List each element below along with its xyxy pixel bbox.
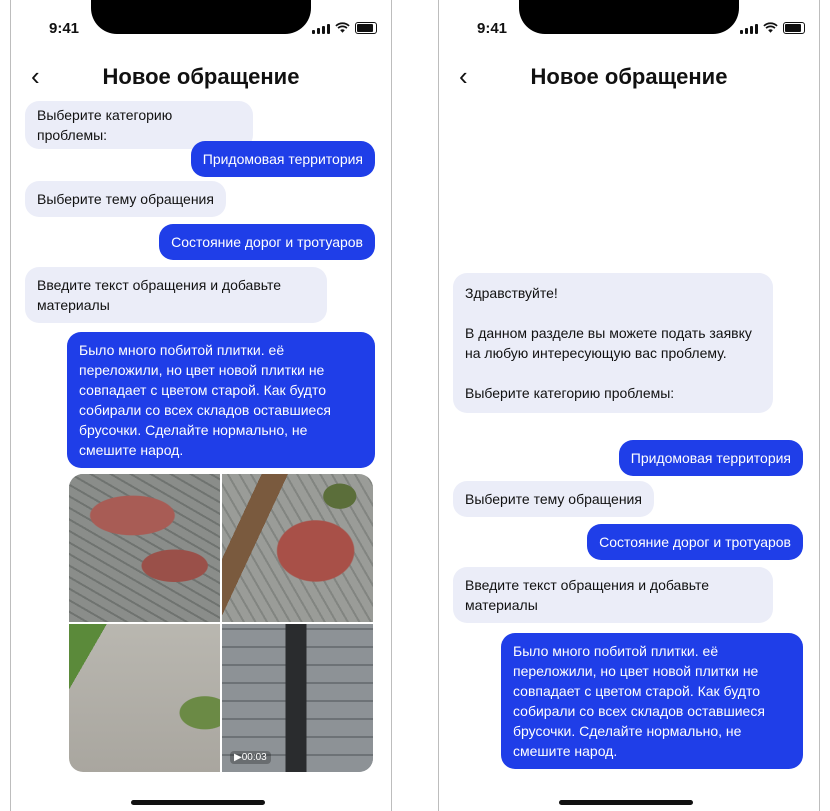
page-title: Новое обращение bbox=[102, 64, 300, 89]
notch bbox=[91, 0, 311, 34]
user-message-text: Было много побитой плитки. её переложили… bbox=[501, 633, 803, 769]
battery-icon bbox=[783, 22, 805, 34]
bot-greeting-message: Здравствуйте! В данном разделе вы можете… bbox=[453, 273, 773, 413]
status-icons bbox=[312, 22, 377, 34]
bot-message: Выберите тему обращения bbox=[25, 181, 226, 217]
bot-message: Выберите тему обращения bbox=[453, 481, 654, 517]
user-reply-bubble: Состояние дорог и тротуаров bbox=[159, 224, 375, 260]
status-icons bbox=[740, 22, 805, 34]
wifi-icon bbox=[335, 22, 350, 33]
bot-message: Введите текст обращения и добавьте матер… bbox=[453, 567, 773, 623]
header: ‹ Новое обращение bbox=[439, 58, 819, 98]
photo-thumbnail[interactable] bbox=[69, 624, 220, 772]
user-reply-bubble: Придомовая территория bbox=[618, 440, 803, 476]
photo-thumbnail[interactable] bbox=[69, 474, 220, 622]
battery-icon bbox=[355, 22, 377, 34]
phone-screen-left: 9:41 ‹ Новое обращение Выберите категори… bbox=[10, 0, 392, 811]
header: ‹ Новое обращение bbox=[11, 58, 391, 98]
signal-icon bbox=[740, 24, 758, 34]
user-reply-bubble: Придомовая территория bbox=[190, 141, 375, 177]
page-title: Новое обращение bbox=[530, 64, 728, 89]
media-gallery[interactable]: ▶00:03 bbox=[69, 474, 373, 772]
user-reply-bubble: Состояние дорог и тротуаров bbox=[587, 524, 803, 560]
phone-screen-right: 9:41 ‹ Новое обращение Здравствуйте! В д… bbox=[438, 0, 820, 811]
play-icon: ▶ bbox=[234, 752, 242, 763]
video-duration: 00:03 bbox=[241, 752, 267, 763]
signal-icon bbox=[312, 24, 330, 34]
home-indicator bbox=[131, 800, 265, 805]
home-indicator bbox=[559, 800, 693, 805]
status-time: 9:41 bbox=[477, 20, 508, 37]
video-duration-badge: ▶00:03 bbox=[230, 751, 271, 764]
wifi-icon bbox=[763, 22, 778, 33]
bot-message: Введите текст обращения и добавьте матер… bbox=[25, 267, 327, 323]
video-thumbnail[interactable]: ▶00:03 bbox=[222, 624, 373, 772]
user-message-text: Было много побитой плитки. её переложили… bbox=[67, 332, 375, 468]
notch bbox=[519, 0, 739, 34]
photo-thumbnail[interactable] bbox=[222, 474, 373, 622]
status-time: 9:41 bbox=[49, 20, 80, 37]
